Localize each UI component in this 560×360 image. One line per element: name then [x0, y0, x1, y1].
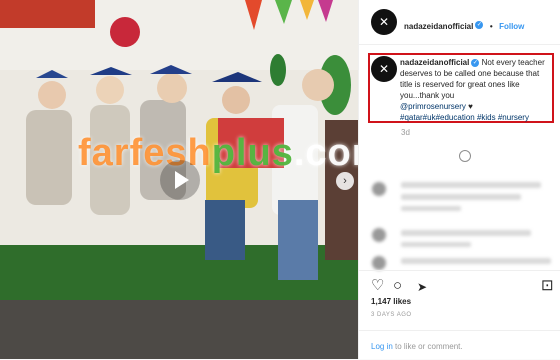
watermark-plus: plus: [211, 132, 294, 174]
verified-badge-icon: ✓: [475, 20, 484, 29]
comment-blurred: [401, 258, 551, 264]
caption-time: 3d: [401, 128, 410, 137]
reply-icon[interactable]: [459, 150, 471, 162]
next-arrow-button[interactable]: ›: [336, 172, 354, 190]
save-icon[interactable]: ⊡: [541, 278, 554, 293]
comment-blurred: [401, 182, 541, 188]
comment-blurred: [401, 230, 531, 236]
play-button[interactable]: [160, 160, 200, 200]
login-prompt: Log in to like or comment.: [371, 342, 463, 351]
watermark: farfeshplus.com: [78, 132, 358, 175]
follow-button[interactable]: Follow: [499, 22, 524, 31]
comment-avatar: [372, 228, 386, 242]
post-header: ✕ nadazeidanofficial ✓ • Follow: [359, 0, 560, 45]
caption-avatar[interactable]: ✕: [371, 56, 397, 82]
mention-link[interactable]: @primrosenursery: [400, 102, 466, 111]
separator: •: [489, 22, 493, 31]
comment-avatar: [372, 256, 386, 270]
share-icon[interactable]: ➤: [417, 280, 427, 295]
post-media[interactable]: farfeshplus.com ›: [0, 0, 358, 359]
likes-count[interactable]: 1,147 likes: [371, 297, 411, 306]
comment-avatar: [372, 182, 386, 196]
username-link[interactable]: nadazeidanofficial: [404, 22, 473, 31]
comment-blurred: [401, 242, 471, 247]
like-icon[interactable]: ♡: [371, 278, 384, 293]
verified-badge-icon: ✓: [471, 58, 480, 67]
avatar[interactable]: ✕: [371, 9, 397, 35]
login-link[interactable]: Log in: [371, 342, 393, 351]
comment-blurred: [401, 206, 461, 211]
heart-emoji: ♥: [468, 102, 473, 111]
footer: Log in to like or comment.: [359, 330, 560, 360]
header-user: nadazeidanofficial ✓ • Follow: [404, 16, 524, 34]
login-text: to like or comment.: [395, 342, 463, 351]
post-panel: ✕ nadazeidanofficial ✓ • Follow ✕ nadazei…: [358, 0, 560, 359]
hashtags[interactable]: #qatar#uk#education #kids #nursery: [400, 113, 529, 122]
post-time: 3 DAYS AGO: [371, 312, 412, 318]
comment-icon[interactable]: ○: [393, 278, 402, 293]
watermark-com: .com: [293, 132, 358, 174]
caption-username[interactable]: nadazeidanofficial: [400, 58, 469, 67]
play-icon: [175, 171, 189, 189]
caption: nadazeidanofficial ✓ Not every teacher de…: [400, 57, 550, 123]
comment-blurred: [401, 194, 521, 200]
